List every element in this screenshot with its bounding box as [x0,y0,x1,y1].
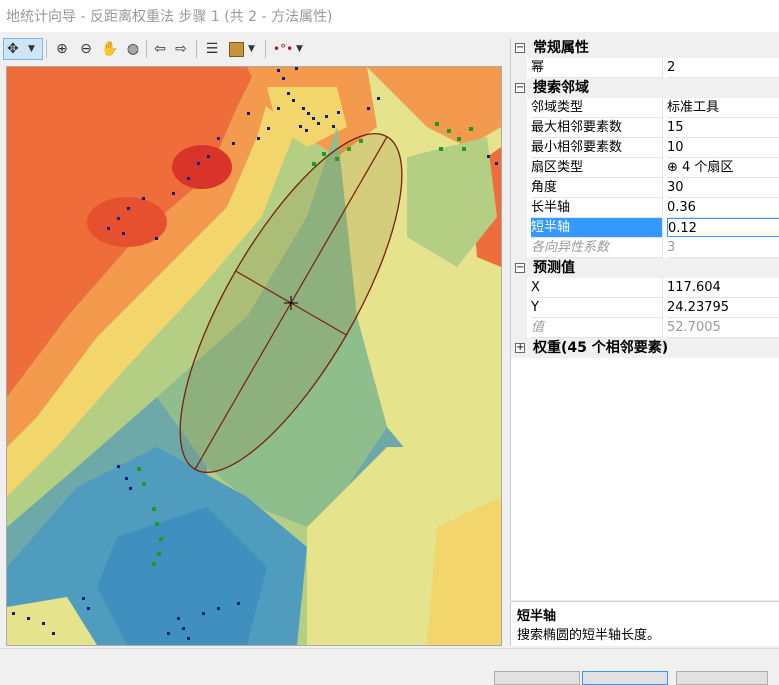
property-value[interactable]: ⊕ 4 个扇区 [667,158,779,178]
points-tool[interactable]: •°• ▼ [271,39,309,59]
property-description: 短半轴 搜索椭圆的短半轴长度。 [510,601,779,646]
row-gutter [511,238,527,258]
description-title: 短半轴 [517,609,557,624]
property-row-value: 值 52.7005 [511,318,779,338]
property-row-y[interactable]: Y 24.23795 [511,298,779,318]
property-value[interactable]: 30 [667,178,779,198]
collapse-icon[interactable]: − [515,43,525,53]
property-row-sector-type[interactable]: 扇区类型 ⊕ 4 个扇区 [511,158,779,178]
collapse-icon[interactable]: − [515,83,525,93]
property-key: Y [531,298,663,318]
description-text: 搜索椭圆的短半轴长度。 [517,628,661,643]
next-button[interactable] [582,671,668,685]
forward-icon[interactable]: ⇨ [172,39,190,59]
dropdown-icon[interactable]: ▼ [28,39,35,59]
expand-icon[interactable]: + [515,343,525,353]
pan-cursor-icon: ✥ [7,41,19,57]
property-value[interactable]: 0.36 [667,198,779,218]
category-weights[interactable]: + 权重(45 个相邻要素) [511,338,779,358]
row-gutter [511,178,527,198]
property-key: 角度 [531,178,663,198]
property-row-neighborhood-type[interactable]: 邻域类型 标准工具 [511,98,779,118]
map-toolbar: ✥ ▼ ⊕ ⊖ ✋ ◍ ⇦ ⇨ ☰ ▼ •°• ▼ [0,36,508,62]
row-gutter [511,118,527,138]
property-value-input[interactable]: 0.12 [667,218,779,237]
category-general[interactable]: − 常规属性 [511,38,779,58]
property-row-angle[interactable]: 角度 30 [511,178,779,198]
property-value[interactable]: 15 [667,118,779,138]
back-icon[interactable]: ⇦ [151,39,169,59]
dropdown-icon[interactable]: ▼ [248,39,255,59]
property-value: 52.7005 [667,318,779,338]
interpolation-surface[interactable] [7,67,501,645]
row-gutter [511,218,527,238]
layer-icon [229,42,244,57]
row-gutter [511,158,527,178]
toolbar-separator [46,40,47,58]
property-key: 最大相邻要素数 [531,118,663,138]
row-gutter [511,198,527,218]
property-key: 幂 [531,58,663,78]
row-gutter [511,278,527,298]
category-label: 搜索邻域 [533,80,589,96]
row-gutter [511,98,527,118]
property-key: 邻域类型 [531,98,663,118]
map-view[interactable] [6,66,502,646]
property-row-max-neighbors[interactable]: 最大相邻要素数 15 [511,118,779,138]
property-key: 短半轴 [531,218,663,238]
category-search[interactable]: − 搜索邻域 [511,78,779,98]
back-button[interactable] [494,671,580,685]
category-label: 常规属性 [533,40,589,56]
toolbar-separator [196,40,197,58]
property-row-power[interactable]: 幂 2 [511,58,779,78]
category-label: 权重(45 个相邻要素) [533,340,669,356]
row-gutter [511,58,527,78]
globe-icon[interactable]: ◍ [123,39,143,59]
pan-cursor-tool[interactable]: ✥ ▼ [3,38,43,60]
row-gutter [511,298,527,318]
finish-button[interactable] [676,671,768,685]
zoom-in-icon[interactable]: ⊕ [52,39,72,59]
property-grid: − 常规属性 幂 2 − 搜索邻域 邻域类型 标准工具 最大相邻要素数 15 最… [510,38,779,600]
property-row-min-neighbors[interactable]: 最小相邻要素数 10 [511,138,779,158]
button-bar [0,648,779,685]
toolbar-separator [146,40,147,58]
row-gutter [511,138,527,158]
property-value[interactable]: 2 [667,58,779,78]
layer-tool[interactable]: ▼ [227,39,261,59]
row-gutter [511,318,527,338]
property-row-x[interactable]: X 117.604 [511,278,779,298]
toolbar-separator [265,40,266,58]
property-key: X [531,278,663,298]
property-value[interactable]: 10 [667,138,779,158]
property-key: 扇区类型 [531,158,663,178]
hand-icon[interactable]: ✋ [100,39,120,59]
window-title: 地统计向导 - 反距离权重法 步骤 1 (共 2 - 方法属性) [6,9,333,25]
property-key: 各向异性系数 [531,238,663,258]
property-row-anisotropy: 各向异性系数 3 [511,238,779,258]
dropdown-icon[interactable]: ▼ [296,39,303,59]
points-icon: •°• [273,42,294,56]
zoom-out-icon[interactable]: ⊖ [76,39,96,59]
property-row-major-semiaxis[interactable]: 长半轴 0.36 [511,198,779,218]
title-bar: 地统计向导 - 反距离权重法 步骤 1 (共 2 - 方法属性) [0,0,779,32]
category-label: 预测值 [533,260,575,276]
property-key: 最小相邻要素数 [531,138,663,158]
property-value: 3 [667,238,779,258]
property-row-minor-semiaxis[interactable]: 短半轴 0.12 [511,218,779,238]
property-key: 值 [531,318,663,338]
property-key: 长半轴 [531,198,663,218]
property-value[interactable]: 标准工具 [667,98,779,118]
collapse-icon[interactable]: − [515,263,525,273]
property-value[interactable]: 24.23795 [667,298,779,318]
list-icon[interactable]: ☰ [202,39,222,59]
property-value[interactable]: 117.604 [667,278,779,298]
category-predicted[interactable]: − 预测值 [511,258,779,278]
